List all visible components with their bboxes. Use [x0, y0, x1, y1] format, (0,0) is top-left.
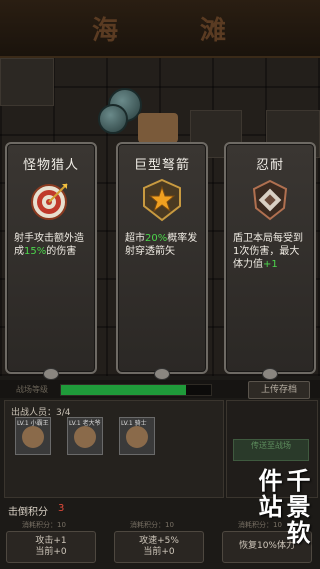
skill-card-giant-crossbow[interactable]: 巨型弩箭 超市20%概率发射穿透箭矢 [116, 142, 208, 380]
level-title-char-1: 海 [91, 15, 120, 46]
skill-card-desc: 盾卫本局每受到1次伤害，最大体力值+1 [233, 233, 303, 270]
level-title-char-2: 滩 [200, 15, 229, 46]
upload-save-button[interactable]: 上传存档 [248, 381, 310, 399]
enemy-unit[interactable] [98, 104, 128, 134]
shield-rune-icon [252, 179, 288, 221]
skill-card-desc: 超市20%概率发射穿透箭矢 [125, 233, 198, 257]
skill-card-desc: 射手攻击额外造成15%的伤害 [14, 233, 84, 257]
target-icon [31, 183, 68, 220]
attack-upgrade-button[interactable]: 攻击+1 当前+0 [6, 531, 96, 563]
level-progress-fill [61, 385, 186, 395]
board-tile [0, 58, 54, 106]
skill-card-endurance[interactable]: 忍耐 盾卫本局每受到1次伤害，最大体力值+1 [224, 142, 316, 380]
action-cost-label: 消耗积分：10 [22, 521, 66, 529]
skill-card-title: 忍耐 [255, 158, 284, 173]
score-label: 击倒积分 [8, 507, 48, 518]
party-member-slot[interactable]: LV.1 老大爷 [67, 417, 103, 455]
level-progress-bar [60, 384, 212, 396]
party-member-slot[interactable]: LV.1 骑士 [119, 417, 155, 455]
hero-unit[interactable] [138, 113, 178, 143]
watermark: 千景软件站 [254, 468, 310, 546]
card-knob [154, 368, 170, 380]
skill-card-monster-hunter[interactable]: 怪物猎人 射手攻击额外造成15%的伤害 [5, 142, 97, 380]
level-title-bar: 海 滩 [0, 0, 320, 58]
deploy-button[interactable]: 传送至战场 [233, 439, 309, 461]
party-panel: 出战人员：3/4 LV.1 小霸王 LV.1 老大爷 LV.1 骑士 [4, 400, 224, 498]
avatar [126, 426, 148, 448]
skill-card-title: 怪物猎人 [22, 158, 79, 173]
card-knob [262, 368, 278, 380]
avatar [74, 426, 96, 448]
skill-card-title: 巨型弩箭 [133, 158, 190, 173]
battle-level-label: 战场等级 [16, 385, 48, 394]
avatar [22, 426, 44, 448]
score-value: 3 [58, 503, 65, 514]
attack-speed-upgrade-button[interactable]: 攻速+5% 当前+0 [114, 531, 204, 563]
action-cost-label: 消耗积分：10 [130, 521, 174, 529]
party-member-slot[interactable]: LV.1 小霸王 [15, 417, 51, 455]
star-shield-icon [143, 178, 181, 222]
card-knob [43, 368, 59, 380]
